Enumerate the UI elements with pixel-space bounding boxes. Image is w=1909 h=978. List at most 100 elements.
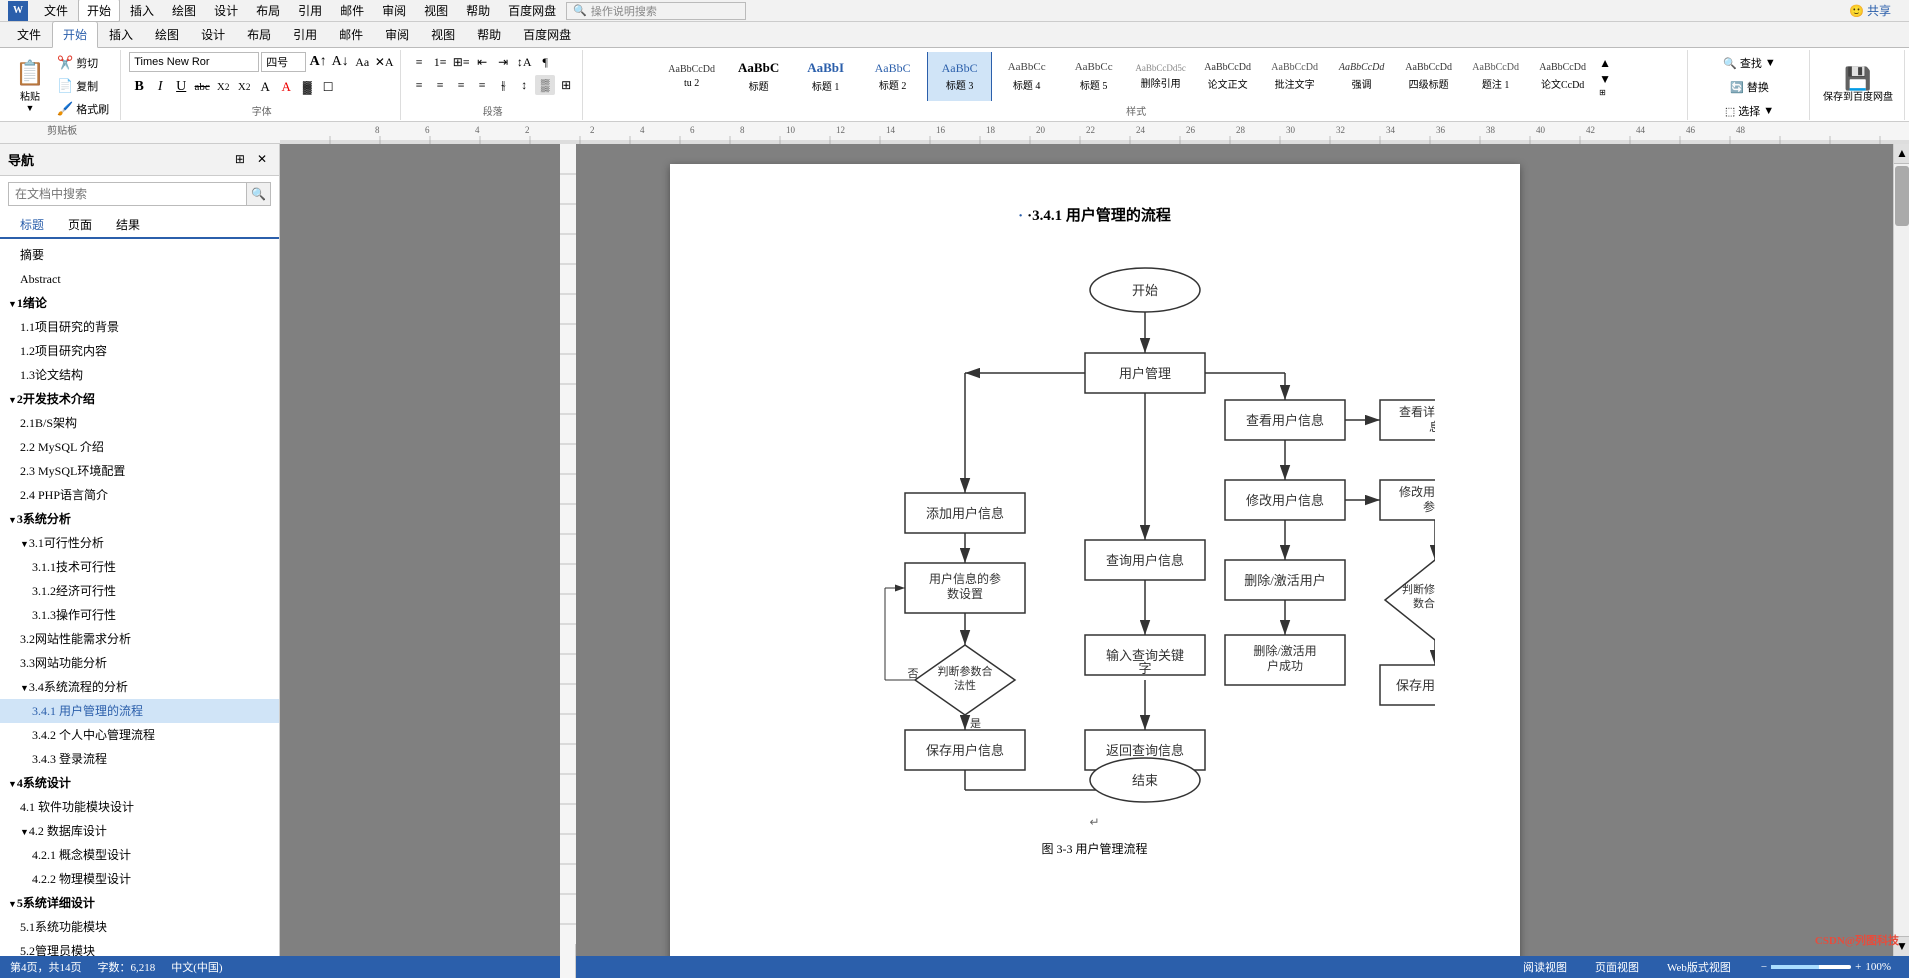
nav-item-abstract[interactable]: 摘要 [0,243,279,267]
underline-button[interactable]: U [171,77,191,97]
decrease-indent-button[interactable]: ⇤ [472,52,492,72]
sidebar-close-button[interactable]: ✕ [253,150,271,169]
scroll-up-button[interactable]: ▲ [1894,144,1909,164]
nav-item-4.2.1[interactable]: 4.2.1 概念模型设计 [0,843,279,867]
subscript-button[interactable]: X2 [213,77,233,97]
highlight-button[interactable]: A [255,77,275,97]
char-shading-button[interactable]: ▓ [297,77,317,97]
style-heading5[interactable]: AaBbCc 标题 5 [1061,52,1126,101]
nav-item-3.4.3[interactable]: 3.4.3 登录流程 [0,747,279,771]
view-read-button[interactable]: 阅读视图 [1517,957,1573,977]
style-body[interactable]: AaBbCcDd 论文正文 [1195,52,1260,101]
nav-arrow-ch5[interactable]: ▼ [8,899,17,909]
nav-item-ch1[interactable]: ▼1绪论 [0,291,279,315]
nav-item-1.2[interactable]: 1.2项目研究内容 [0,339,279,363]
nav-item-4.2[interactable]: ▼4.2 数据库设计 [0,819,279,843]
replace-button[interactable]: 🔄替换 [1725,76,1774,98]
menu-home[interactable]: 开始 [78,0,120,22]
font-size-selector[interactable] [261,52,306,72]
nav-item-ch5[interactable]: ▼5系统详细设计 [0,891,279,915]
nav-item-3.4.2[interactable]: 3.4.2 个人中心管理流程 [0,723,279,747]
style-emphasis[interactable]: AaBbCcDd 强调 [1329,52,1394,101]
tab-file[interactable]: 文件 [6,21,52,47]
line-spacing-button[interactable]: ↕ [514,75,534,95]
increase-indent-button[interactable]: ⇥ [493,52,513,72]
menu-mail[interactable]: 邮件 [332,0,372,21]
view-web-button[interactable]: Web版式视图 [1661,957,1737,977]
style-paper[interactable]: AaBbCcDd 论文CcDd [1530,52,1595,101]
tab-design[interactable]: 设计 [190,21,236,47]
scroll-thumb[interactable] [1895,166,1909,226]
tab-draw[interactable]: 绘图 [144,21,190,47]
tab-review[interactable]: 审阅 [374,21,420,47]
paste-button[interactable]: 📋 粘贴 ▼ [10,59,50,113]
nav-item-3.1.2[interactable]: 3.1.2经济可行性 [0,579,279,603]
sidebar-collapse-button[interactable]: ⊞ [231,150,249,169]
font-name-selector[interactable] [129,52,259,72]
style-heading1[interactable]: AaBbI 标题 1 [793,52,858,101]
tab-layout[interactable]: 布局 [236,21,282,47]
select-button[interactable]: ⬚选择▼ [1720,100,1779,122]
menu-baidu[interactable]: 百度网盘 [500,0,564,21]
nav-item-2.4[interactable]: 2.4 PHP语言简介 [0,483,279,507]
nav-arrow-ch4[interactable]: ▼ [8,779,17,789]
style-caption[interactable]: AaBbCcDd 题注 1 [1463,52,1528,101]
superscript-button[interactable]: X2 [234,77,254,97]
nav-item-3.4.1[interactable]: 3.4.1 用户管理的流程 [0,699,279,723]
sort-button[interactable]: ↕A [514,52,534,72]
nav-item-ch3[interactable]: ▼3系统分析 [0,507,279,531]
style-tu2[interactable]: AaBbCcDd tu 2 [659,52,724,101]
style-heading2[interactable]: AaBbC 标题 2 [860,52,925,101]
italic-button[interactable]: I [150,77,170,97]
nav-arrow-3.4[interactable]: ▼ [20,683,29,693]
nav-item-3.1.1[interactable]: 3.1.1技术可行性 [0,555,279,579]
menu-layout[interactable]: 布局 [248,0,288,21]
nav-tab-pages[interactable]: 页面 [56,212,104,239]
nav-item-ch4[interactable]: ▼4系统设计 [0,771,279,795]
menu-references[interactable]: 引用 [290,0,330,21]
menu-file[interactable]: 文件 [36,0,76,21]
align-right-button[interactable]: ≡ [451,75,471,95]
grow-font-button[interactable]: A↑ [308,52,328,72]
tab-view[interactable]: 视图 [420,21,466,47]
copy-button[interactable]: 📄 复制 [52,75,114,97]
style-heading4b[interactable]: AaBbCcDd 四级标题 [1396,52,1461,101]
menu-insert[interactable]: 插入 [122,0,162,21]
shading-button[interactable]: ▒ [535,75,555,95]
align-center-button[interactable]: ≡ [430,75,450,95]
style-heading3[interactable]: AaBbC 标题 3 [927,52,992,101]
nav-item-3.2[interactable]: 3.2网站性能需求分析 [0,627,279,651]
nav-item-1.1[interactable]: 1.1项目研究的背景 [0,315,279,339]
show-marks-button[interactable]: ¶ [535,52,555,72]
menu-view[interactable]: 视图 [416,0,456,21]
nav-item-3.1.3[interactable]: 3.1.3操作可行性 [0,603,279,627]
nav-item-4.2.2[interactable]: 4.2.2 物理模型设计 [0,867,279,891]
nav-arrow-ch2[interactable]: ▼ [8,395,17,405]
tab-help[interactable]: 帮助 [466,21,512,47]
share-button[interactable]: 🙂 共享 [1839,0,1901,21]
find-button[interactable]: 🔍查找▼ [1718,52,1781,74]
style-heading4[interactable]: AaBbCc 标题 4 [994,52,1059,101]
clear-format-button[interactable]: ✕A [374,52,394,72]
font-style-button[interactable]: Aa [352,52,372,72]
font-color-button[interactable]: A [276,77,296,97]
menu-draw[interactable]: 绘图 [164,0,204,21]
nav-item-1.3[interactable]: 1.3论文结构 [0,363,279,387]
zoom-slider[interactable]: − + 100% [1753,961,1899,973]
styles-more-button[interactable]: ▲ ▼ ⊞ [1597,52,1613,101]
document-area[interactable]: 1 ··3.4.1 用户管理的流程 开始 用户管理 [280,144,1893,978]
tab-home[interactable]: 开始 [52,21,98,48]
view-print-button[interactable]: 页面视图 [1589,957,1645,977]
sidebar-search-input[interactable] [9,187,246,201]
align-left-button[interactable]: ≡ [409,75,429,95]
bold-button[interactable]: B [129,77,149,97]
justify-button[interactable]: ≡ [472,75,492,95]
strikethrough-button[interactable]: abc [192,77,212,97]
nav-item-ch2[interactable]: ▼2开发技术介绍 [0,387,279,411]
format-painter-button[interactable]: 🖌️ 格式刷 [52,98,114,120]
nav-arrow-4.2[interactable]: ▼ [20,827,29,837]
nav-item-3.1[interactable]: ▼3.1可行性分析 [0,531,279,555]
nav-arrow-ch3[interactable]: ▼ [8,515,17,525]
nav-item-3.3[interactable]: 3.3网站功能分析 [0,651,279,675]
borders-button[interactable]: ⊞ [556,75,576,95]
